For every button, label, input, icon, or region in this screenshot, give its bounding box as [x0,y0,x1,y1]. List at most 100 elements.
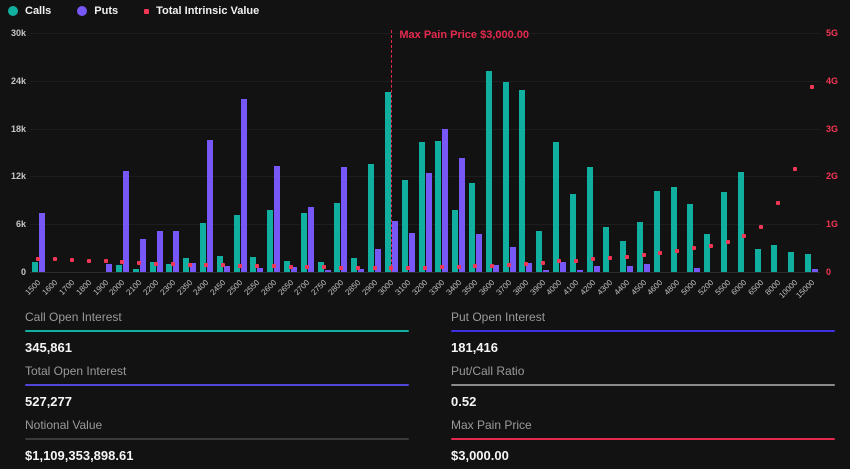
total-intrinsic-value-point[interactable] [154,262,158,266]
total-intrinsic-value-point[interactable] [171,262,175,266]
total-intrinsic-value-point[interactable] [289,265,293,269]
total-intrinsic-value-point[interactable] [389,266,393,270]
total-intrinsic-value-point[interactable] [658,251,662,255]
total-intrinsic-value-point[interactable] [36,257,40,261]
call-bar[interactable] [133,269,139,272]
call-bar[interactable] [536,231,542,272]
total-intrinsic-value-point[interactable] [608,256,612,260]
put-bar[interactable] [694,268,700,272]
total-intrinsic-value-point[interactable] [709,244,713,248]
total-intrinsic-value-point[interactable] [356,266,360,270]
call-bar[interactable] [704,234,710,272]
total-intrinsic-value-point[interactable] [776,201,780,205]
put-bar[interactable] [106,264,112,272]
total-intrinsic-value-point[interactable] [541,261,545,265]
call-bar[interactable] [603,227,609,272]
put-bar[interactable] [274,166,280,272]
put-bar[interactable] [140,239,146,272]
call-bar[interactable] [116,265,122,272]
total-intrinsic-value-point[interactable] [272,264,276,268]
put-bar[interactable] [392,221,398,272]
total-intrinsic-value-point[interactable] [440,265,444,269]
call-bar[interactable] [637,222,643,272]
put-bar[interactable] [426,173,432,272]
total-intrinsic-value-point[interactable] [726,240,730,244]
total-intrinsic-value-point[interactable] [238,264,242,268]
put-bar[interactable] [459,158,465,272]
total-intrinsic-value-point[interactable] [524,262,528,266]
call-bar[interactable] [32,262,38,272]
call-bar[interactable] [402,180,408,272]
total-intrinsic-value-point[interactable] [305,265,309,269]
call-bar[interactable] [519,90,525,272]
call-bar[interactable] [368,164,374,272]
total-intrinsic-value-point[interactable] [810,85,814,89]
total-intrinsic-value-point[interactable] [87,259,91,263]
total-intrinsic-value-point[interactable] [104,259,108,263]
put-bar[interactable] [207,140,213,272]
legend-item-calls[interactable]: Calls [8,5,51,17]
total-intrinsic-value-point[interactable] [70,258,74,262]
put-bar[interactable] [577,270,583,272]
total-intrinsic-value-point[interactable] [742,234,746,238]
total-intrinsic-value-point[interactable] [188,263,192,267]
put-bar[interactable] [308,207,314,272]
total-intrinsic-value-point[interactable] [642,253,646,257]
total-intrinsic-value-point[interactable] [204,263,208,267]
put-bar[interactable] [644,264,650,272]
put-bar[interactable] [341,167,347,272]
total-intrinsic-value-point[interactable] [322,265,326,269]
call-bar[interactable] [351,258,357,272]
put-bar[interactable] [442,129,448,272]
call-bar[interactable] [687,204,693,272]
total-intrinsic-value-point[interactable] [221,263,225,267]
put-bar[interactable] [812,269,818,272]
call-bar[interactable] [738,172,744,272]
call-bar[interactable] [301,213,307,272]
total-intrinsic-value-point[interactable] [53,257,57,261]
call-bar[interactable] [452,210,458,272]
total-intrinsic-value-point[interactable] [490,264,494,268]
total-intrinsic-value-point[interactable] [406,266,410,270]
total-intrinsic-value-point[interactable] [692,246,696,250]
total-intrinsic-value-point[interactable] [675,249,679,253]
call-bar[interactable] [385,92,391,272]
total-intrinsic-value-point[interactable] [759,225,763,229]
call-bar[interactable] [469,183,475,272]
call-bar[interactable] [721,192,727,272]
call-bar[interactable] [334,203,340,272]
call-bar[interactable] [553,142,559,272]
total-intrinsic-value-point[interactable] [591,257,595,261]
call-bar[interactable] [755,249,761,272]
call-bar[interactable] [654,191,660,272]
total-intrinsic-value-point[interactable] [457,265,461,269]
call-bar[interactable] [419,142,425,272]
put-bar[interactable] [257,268,263,272]
call-bar[interactable] [671,187,677,272]
call-bar[interactable] [771,245,777,272]
put-bar[interactable] [39,213,45,272]
total-intrinsic-value-point[interactable] [373,266,377,270]
call-bar[interactable] [503,82,509,272]
call-bar[interactable] [435,141,441,272]
put-bar[interactable] [123,171,129,272]
put-bar[interactable] [543,270,549,272]
put-bar[interactable] [594,266,600,272]
put-bar[interactable] [241,99,247,272]
call-bar[interactable] [788,252,794,272]
legend-item-total-intrinsic-value[interactable]: Total Intrinsic Value [144,5,259,17]
put-bar[interactable] [325,270,331,272]
total-intrinsic-value-point[interactable] [423,266,427,270]
call-bar[interactable] [486,71,492,272]
total-intrinsic-value-point[interactable] [339,266,343,270]
put-bar[interactable] [510,247,516,272]
plot-area[interactable] [30,33,820,272]
total-intrinsic-value-point[interactable] [255,264,259,268]
put-bar[interactable] [627,266,633,272]
put-bar[interactable] [560,262,566,272]
total-intrinsic-value-point[interactable] [574,259,578,263]
call-bar[interactable] [267,210,273,272]
call-bar[interactable] [805,254,811,272]
total-intrinsic-value-point[interactable] [625,255,629,259]
legend-item-puts[interactable]: Puts [77,5,118,17]
